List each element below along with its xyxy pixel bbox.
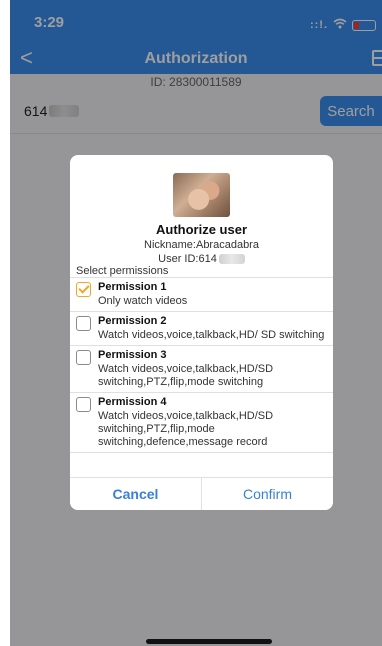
checkbox-checked-icon[interactable] bbox=[76, 282, 91, 297]
permission-name: Permission 2 bbox=[98, 315, 167, 327]
dialog-footer: Cancel Confirm bbox=[70, 477, 333, 510]
dialog-title: Authorize user bbox=[155, 222, 247, 237]
permission-item-4[interactable]: Permission 4 Watch videos,voice,talkback… bbox=[70, 393, 333, 453]
avatar bbox=[173, 173, 230, 217]
permission-name: Permission 4 bbox=[98, 396, 167, 408]
confirm-button[interactable]: Confirm bbox=[202, 478, 333, 510]
checkbox-icon[interactable] bbox=[76, 316, 91, 331]
permission-desc: Watch videos,voice,talkback,HD/SD switch… bbox=[98, 410, 274, 448]
permission-item-2[interactable]: Permission 2 Watch videos,voice,talkback… bbox=[70, 312, 333, 346]
permission-name: Permission 1 bbox=[98, 281, 167, 293]
permission-desc: Watch videos,voice,talkback,HD/ SD switc… bbox=[98, 329, 325, 341]
permission-item-3[interactable]: Permission 3 Watch videos,voice,talkback… bbox=[70, 346, 333, 393]
nickname-label: Nickname:Abracadabra bbox=[144, 239, 259, 251]
permission-desc: Only watch videos bbox=[98, 295, 188, 307]
permission-name: Permission 3 bbox=[98, 349, 167, 361]
home-indicator bbox=[146, 639, 272, 644]
user-id-text: User ID:614 bbox=[158, 253, 217, 265]
permission-list: Permission 1 Only watch videos Permissio… bbox=[70, 277, 333, 463]
user-id-label: User ID:614 bbox=[70, 253, 333, 265]
authorize-dialog: Authorize user Nickname:Abracadabra User… bbox=[70, 155, 333, 510]
redacted-user-id bbox=[218, 254, 245, 264]
cancel-button[interactable]: Cancel bbox=[70, 478, 202, 510]
checkbox-icon[interactable] bbox=[76, 350, 91, 365]
select-permissions-label: Select permissions bbox=[76, 265, 169, 277]
permission-desc: Watch videos,voice,talkback,HD/SD switch… bbox=[98, 363, 274, 388]
permission-item-1[interactable]: Permission 1 Only watch videos bbox=[70, 278, 333, 312]
checkbox-icon[interactable] bbox=[76, 397, 91, 412]
